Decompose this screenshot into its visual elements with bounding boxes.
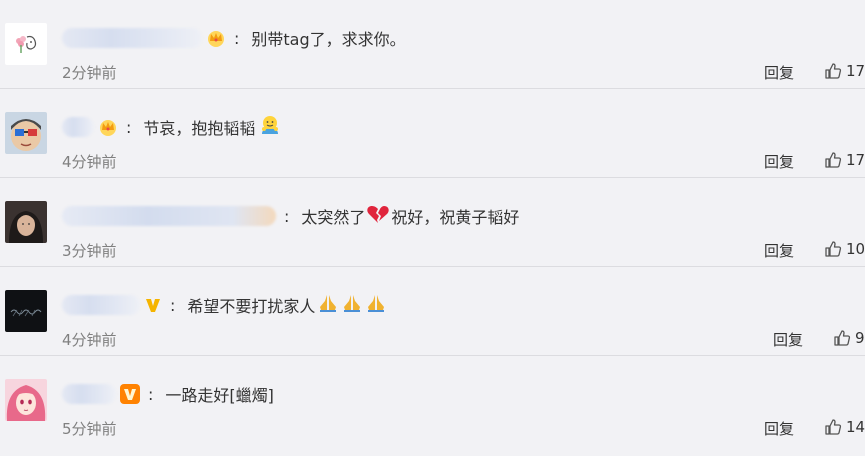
portrait-avatar-image: [5, 201, 47, 243]
like-count: 17: [846, 62, 865, 80]
colon-separator: :: [284, 206, 290, 226]
comment-content-line: : 节哀，抱抱韬韬: [62, 114, 282, 140]
comment-time: 3分钟前: [62, 242, 117, 260]
crown-icon: [98, 118, 118, 136]
colon-separator: :: [170, 295, 176, 315]
comment-content-line: : 太突然了 祝好，祝黄子韬好: [62, 203, 519, 229]
comment-item: : 太突然了 祝好，祝黄子韬好 3分钟前 回复 10: [0, 178, 865, 267]
like-count: 17: [846, 151, 865, 169]
like-button[interactable]: 10: [824, 240, 865, 258]
avatar[interactable]: [5, 112, 47, 154]
pray-emoji-icon: [317, 293, 339, 317]
comment-text-continued: 祝好，祝黄子韬好: [391, 208, 520, 227]
cartoon-face-avatar-image: [5, 112, 47, 154]
like-count: 10: [846, 240, 865, 258]
colon-separator: :: [126, 117, 132, 137]
reply-button[interactable]: 回复: [764, 418, 794, 439]
comment-item: : 希望不要打扰家人 4分钟前 回复 9: [0, 267, 865, 356]
colon-separator: :: [148, 384, 154, 404]
comment-content-line: : 一路走好[蠟燭]: [62, 381, 274, 407]
reply-button[interactable]: 回复: [764, 62, 794, 83]
like-count: 9: [855, 329, 865, 347]
avatar[interactable]: [5, 290, 47, 332]
flower-doodle-avatar-image: [5, 23, 47, 65]
comment-content-line: : 希望不要打扰家人: [62, 292, 388, 318]
thumbs-up-icon: [825, 419, 842, 435]
like-button[interactable]: 17: [824, 62, 865, 80]
username-blurred[interactable]: [62, 384, 116, 404]
dark-calligraphy-avatar-image: [5, 290, 47, 332]
comment-text: 一路走好[蠟燭]: [165, 386, 274, 405]
comment-time: 4分钟前: [62, 331, 117, 349]
pray-emoji-icon: [341, 293, 363, 317]
hug-emoji-icon: [259, 114, 281, 140]
comment-item: : 别带tag了，求求你。 2分钟前 回复 17: [0, 0, 865, 89]
comment-content-line: : 别带tag了，求求你。: [62, 25, 406, 51]
comment-time: 5分钟前: [62, 420, 117, 438]
like-button[interactable]: 14: [824, 418, 865, 436]
username-blurred[interactable]: [62, 295, 140, 315]
comment-text: 太突然了: [301, 208, 366, 227]
colon-separator: :: [234, 28, 240, 48]
anime-pink-hair-avatar-image: [5, 379, 47, 421]
like-button[interactable]: 17: [824, 151, 865, 169]
comment-item: : 一路走好[蠟燭] 5分钟前 回复 14: [0, 356, 865, 445]
username-blurred[interactable]: [62, 206, 276, 226]
thumbs-up-icon: [834, 330, 851, 346]
comment-item: : 节哀，抱抱韬韬 4分钟前 回复 17: [0, 89, 865, 178]
comment-text: 节哀，抱抱韬韬: [143, 119, 256, 138]
pray-emoji-icon: [365, 293, 387, 317]
like-button[interactable]: 9: [833, 329, 865, 347]
crown-icon: [206, 29, 226, 47]
v-badge-icon: [144, 296, 162, 314]
comment-time: 4分钟前: [62, 153, 117, 171]
comment-time: 2分钟前: [62, 64, 117, 82]
comment-text: 希望不要打扰家人: [187, 297, 316, 316]
avatar[interactable]: [5, 201, 47, 243]
reply-button[interactable]: 回复: [764, 240, 794, 261]
thumbs-up-icon: [825, 241, 842, 257]
thumbs-up-icon: [825, 152, 842, 168]
comment-list: : 别带tag了，求求你。 2分钟前 回复 17: 节哀，抱抱韬韬 4分钟前 …: [0, 0, 865, 456]
reply-button[interactable]: 回复: [773, 329, 803, 350]
username-blurred[interactable]: [62, 117, 94, 137]
reply-button[interactable]: 回复: [764, 151, 794, 172]
thumbs-up-icon: [825, 63, 842, 79]
like-count: 14: [846, 418, 865, 436]
comment-text: 别带tag了，求求你。: [251, 30, 406, 49]
v-badge-icon: [120, 384, 140, 404]
broken-heart-emoji-icon: [366, 203, 390, 229]
avatar[interactable]: [5, 23, 47, 65]
username-blurred[interactable]: [62, 28, 202, 48]
avatar[interactable]: [5, 379, 47, 421]
